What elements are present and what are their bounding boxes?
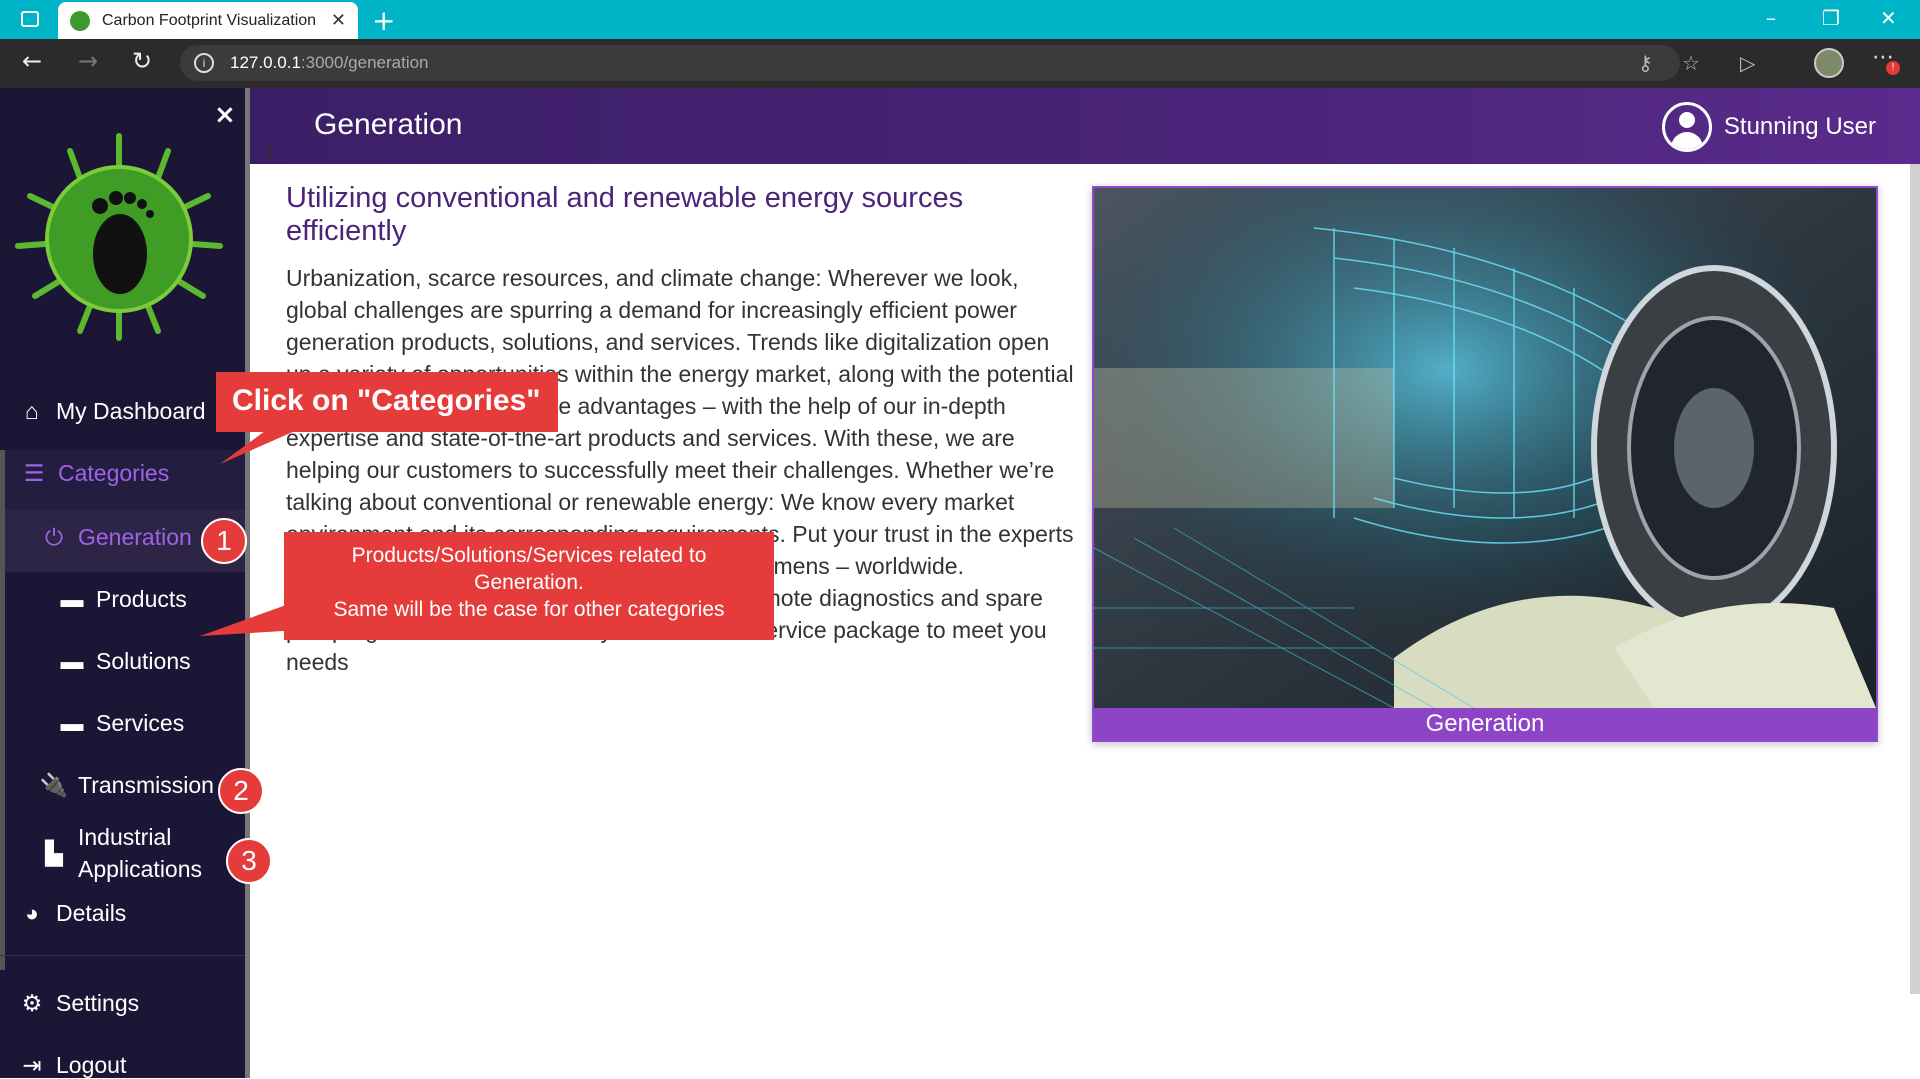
carbon-footprint-logo [15,133,223,341]
generation-image-card: Generation [1092,186,1878,742]
sign-out-icon: ⇥ [22,1052,42,1078]
callout-click-categories: Click on "Categories" [216,372,558,432]
restore-icon[interactable]: ❐ [1822,6,1840,30]
plug-icon: 🔌 [39,772,69,798]
sidebar-item-services[interactable]: ▬ Services [58,710,185,737]
factory-icon: ▙ [45,840,63,866]
list-icon: ☰ [23,460,45,486]
sidebar-divider [0,955,245,956]
read-aloud-icon[interactable]: ▷ [1740,51,1755,75]
callout-products-text: Products/Solutions/Services related to G… [333,544,725,621]
sidebar-item-details[interactable]: ◕ Details [18,900,126,927]
turbine-image [1094,188,1876,708]
sidebar-item-products[interactable]: ▬ Products [58,586,187,613]
window-menu-icon[interactable] [21,11,39,27]
favicon-icon [70,10,90,31]
forward-icon[interactable]: → [78,47,98,75]
tab-close-icon[interactable]: ✕ [331,10,346,31]
sidebar-item-solutions[interactable]: ▬ Solutions [58,648,191,675]
site-info-icon[interactable]: i [194,53,214,73]
sidebar-item-transmission[interactable]: 🔌 Transmission [40,772,214,799]
main-scrollbar[interactable] [1910,164,1920,994]
dash-icon: ▬ [60,710,84,736]
address-bar-row: ← → ↻ i 127.0.0.1:3000/generation ⚷ ☆ ▷ … [0,39,1920,88]
notification-dot: ! [1886,61,1900,75]
url-text: 127.0.0.1:3000/generation [230,53,429,72]
close-window-icon[interactable]: ✕ [1880,6,1897,30]
page-title: Generation [314,108,463,141]
step-badge-1: 1 [201,518,247,564]
back-icon[interactable]: ← [22,47,42,75]
sidebar-item-categories[interactable]: ☰ Categories [20,460,170,487]
key-icon[interactable]: ⚷ [1638,51,1653,75]
user-avatar-icon [1661,102,1712,152]
page-header: Generation Stunning User [250,88,1920,164]
sidebar-item-settings[interactable]: ⚙ Settings [18,990,139,1017]
text-cursor-icon: I [264,144,275,165]
gears-icon: ⚙ [21,990,43,1016]
sidebar-item-logout[interactable]: ⇥ Logout [18,1052,126,1079]
section-heading: Utilizing conventional and renewable ene… [286,182,964,247]
profile-avatar[interactable] [1814,48,1844,78]
dash-icon: ▬ [60,586,84,612]
tab-title: Carbon Footprint Visualization [102,11,317,29]
step-badge-2: 2 [218,768,264,814]
user-name: Stunning User [1723,113,1876,140]
browser-titlebar: Carbon Footprint Visualization ✕ + – ❐ ✕ [0,0,1920,39]
favorites-icon[interactable]: ☆ [1682,51,1700,75]
sidebar-item-generation[interactable]: ⏻ Generation [40,524,192,551]
home-icon: ⌂ [25,398,39,424]
callout-products-info: Products/Solutions/Services related to G… [284,532,774,640]
image-caption: Generation [1094,708,1876,740]
new-tab-button[interactable]: + [372,4,395,37]
reload-icon[interactable]: ↻ [132,47,152,75]
browser-tab[interactable]: Carbon Footprint Visualization ✕ [58,2,358,39]
pie-chart-icon: ◕ [25,900,39,926]
power-icon: ⏻ [44,524,64,550]
minimize-icon[interactable]: – [1766,6,1776,30]
sidebar-item-dashboard[interactable]: ⌂ My Dashboard [18,398,206,425]
step-badge-3: 3 [226,838,272,884]
submenu-line [0,450,5,970]
dash-icon: ▬ [60,648,84,674]
url-field[interactable]: i 127.0.0.1:3000/generation [180,45,1680,81]
user-menu[interactable]: Stunning User [1661,102,1876,152]
sidebar-item-industrial[interactable]: ▙ Industrial Applications [40,821,220,885]
